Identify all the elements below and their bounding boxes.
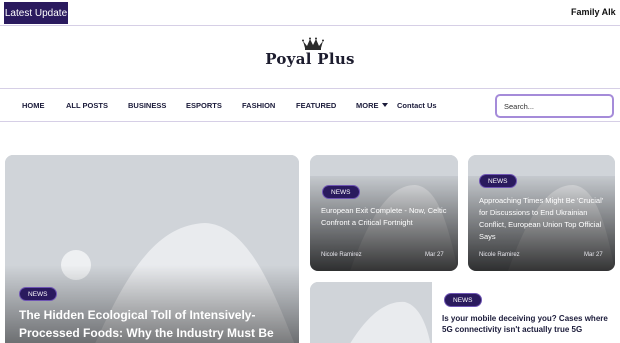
nav-item-more[interactable]: MORE (356, 101, 388, 110)
post-title[interactable]: Approaching Times Might Be 'Crucial' for… (479, 195, 611, 243)
post-author[interactable]: Nicole Ramirez (321, 252, 362, 258)
nav-more-label: MORE (356, 101, 379, 110)
nav-item-esports[interactable]: ESPORTS (186, 101, 222, 110)
nav-item-featured[interactable]: FEATURED (296, 101, 336, 110)
chevron-down-icon (381, 103, 388, 107)
site-logo[interactable]: Poyal Plus (0, 50, 620, 68)
ticker-headline-link[interactable]: Family Alk (571, 7, 616, 17)
nav-item-home[interactable]: HOME (22, 101, 45, 110)
nav-item-business[interactable]: BUSINESS (128, 101, 166, 110)
site-header: Poyal Plus (0, 26, 620, 88)
post-date: Mar 27 (584, 252, 603, 258)
category-badge[interactable]: NEWS (322, 185, 360, 199)
list-post-title[interactable]: Is your mobile deceiving you? Cases wher… (442, 313, 618, 335)
post-date: Mar 27 (425, 252, 444, 258)
search-input[interactable] (495, 94, 614, 118)
category-badge[interactable]: NEWS (479, 174, 517, 188)
nav-item-all-posts[interactable]: ALL POSTS (66, 101, 108, 110)
nav-item-contact-us[interactable]: Contact Us (397, 101, 437, 110)
crown-icon (302, 37, 324, 50)
category-badge[interactable]: NEWS (19, 287, 57, 301)
post-title[interactable]: European Exit Complete - Now, Celtic Con… (321, 205, 451, 229)
nav-item-fashion[interactable]: FASHION (242, 101, 275, 110)
image-placeholder-icon (310, 282, 432, 343)
post-author[interactable]: Nicole Ramirez (479, 252, 520, 258)
post-thumbnail[interactable] (310, 282, 432, 343)
featured-post-title[interactable]: The Hidden Ecological Toll of Intensivel… (19, 306, 289, 343)
main-nav: HOME ALL POSTS BUSINESS ESPORTS FASHION … (0, 88, 620, 122)
category-badge[interactable]: NEWS (444, 293, 482, 307)
latest-update-bar: Latest Update Family Alk (0, 0, 620, 26)
latest-update-badge: Latest Update (4, 2, 68, 24)
